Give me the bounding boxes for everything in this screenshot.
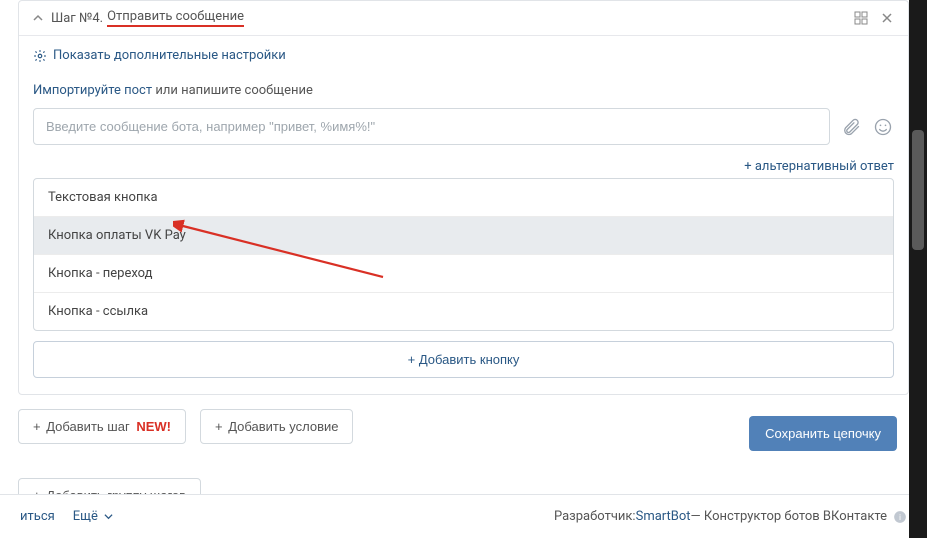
add-step-label: Добавить шаг bbox=[46, 419, 129, 434]
chevron-up-icon[interactable] bbox=[31, 11, 45, 25]
button-type-dropdown: Текстовая кнопка Кнопка оплаты VK Pay Кн… bbox=[33, 178, 894, 331]
gear-icon bbox=[33, 49, 47, 63]
alt-reply-label: + альтернативный ответ bbox=[744, 159, 894, 174]
add-button[interactable]: + Добавить кнопку bbox=[33, 341, 894, 378]
import-row: Импортируйте пост или напишите сообщение bbox=[33, 83, 894, 98]
option-vkpay-button[interactable]: Кнопка оплаты VK Pay bbox=[34, 217, 893, 255]
import-tail: или напишите сообщение bbox=[152, 83, 313, 98]
step-number: Шаг №4. bbox=[51, 11, 103, 26]
option-transition-button[interactable]: Кнопка - переход bbox=[34, 255, 893, 293]
add-step-button[interactable]: + Добавить шаг NEW! bbox=[18, 409, 186, 444]
alt-reply-link[interactable]: + альтернативный ответ bbox=[33, 159, 894, 174]
emoji-icon[interactable] bbox=[872, 116, 894, 138]
info-icon[interactable]: i bbox=[893, 510, 907, 524]
footer-link-1[interactable]: иться bbox=[20, 509, 55, 524]
attachment-icon[interactable] bbox=[840, 116, 862, 138]
svg-text:i: i bbox=[899, 512, 901, 521]
close-icon[interactable] bbox=[878, 9, 896, 27]
footer-more-link[interactable]: Ещё bbox=[73, 509, 113, 524]
add-condition-label: Добавить условие bbox=[228, 419, 338, 434]
scrollbar-thumb[interactable] bbox=[912, 130, 924, 250]
step-title: Отправить сообщение bbox=[107, 9, 244, 27]
footer-more-label: Ещё bbox=[73, 509, 98, 524]
message-input-row bbox=[33, 108, 894, 145]
option-text-button[interactable]: Текстовая кнопка bbox=[34, 179, 893, 217]
option-link-button[interactable]: Кнопка - ссылка bbox=[34, 293, 893, 330]
scrollbar-track[interactable] bbox=[909, 0, 927, 538]
new-badge: NEW! bbox=[136, 419, 171, 434]
add-condition-button[interactable]: + Добавить условие bbox=[200, 409, 354, 444]
footer-dev-label: Разработчик: bbox=[554, 509, 636, 524]
show-settings-label: Показать дополнительные настройки bbox=[53, 48, 286, 63]
step-header: Шаг №4. Отправить сообщение bbox=[19, 1, 908, 36]
save-chain-button[interactable]: Сохранить цепочку bbox=[749, 416, 897, 451]
message-input[interactable] bbox=[33, 108, 830, 145]
import-post-link[interactable]: Импортируйте пост bbox=[33, 83, 152, 98]
footer-bar: иться Ещё Разработчик: SmartBot — Констр… bbox=[0, 494, 927, 538]
show-settings-link[interactable]: Показать дополнительные настройки bbox=[33, 48, 894, 63]
footer-dev-tail: — Конструктор ботов ВКонтакте bbox=[691, 509, 887, 524]
footer-dev-link[interactable]: SmartBot bbox=[636, 509, 691, 524]
step-card: Шаг №4. Отправить сообщение Показать доп… bbox=[18, 0, 909, 395]
grid-icon[interactable] bbox=[852, 9, 870, 27]
